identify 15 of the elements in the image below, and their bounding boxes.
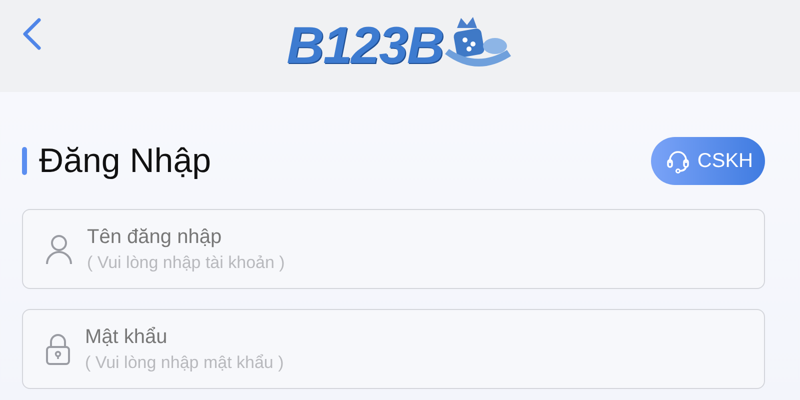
field-label: Tên đăng nhập <box>87 226 223 248</box>
input-field[interactable]: ( Vui lòng nhập mật khẩu ) <box>85 352 485 372</box>
support-button[interactable]: CSKH <box>651 137 765 185</box>
lock-icon <box>45 332 71 366</box>
accent-bar <box>22 147 27 175</box>
logo: B123B <box>286 16 444 76</box>
field-label: Mật khẩu <box>85 326 168 348</box>
back-icon <box>22 17 42 51</box>
username-field[interactable]: Tên đăng nhập ( Vui lòng nhập tài khoản ) <box>22 209 765 289</box>
input-field[interactable]: ( Vui lòng nhập tài khoản ) <box>87 252 487 272</box>
headset-icon <box>665 148 692 174</box>
password-field[interactable]: Mật khẩu ( Vui lòng nhập mật khẩu ) <box>22 309 765 389</box>
user-icon <box>45 233 73 265</box>
page-title: Đăng Nhập <box>39 142 212 180</box>
back-button[interactable] <box>22 17 42 51</box>
